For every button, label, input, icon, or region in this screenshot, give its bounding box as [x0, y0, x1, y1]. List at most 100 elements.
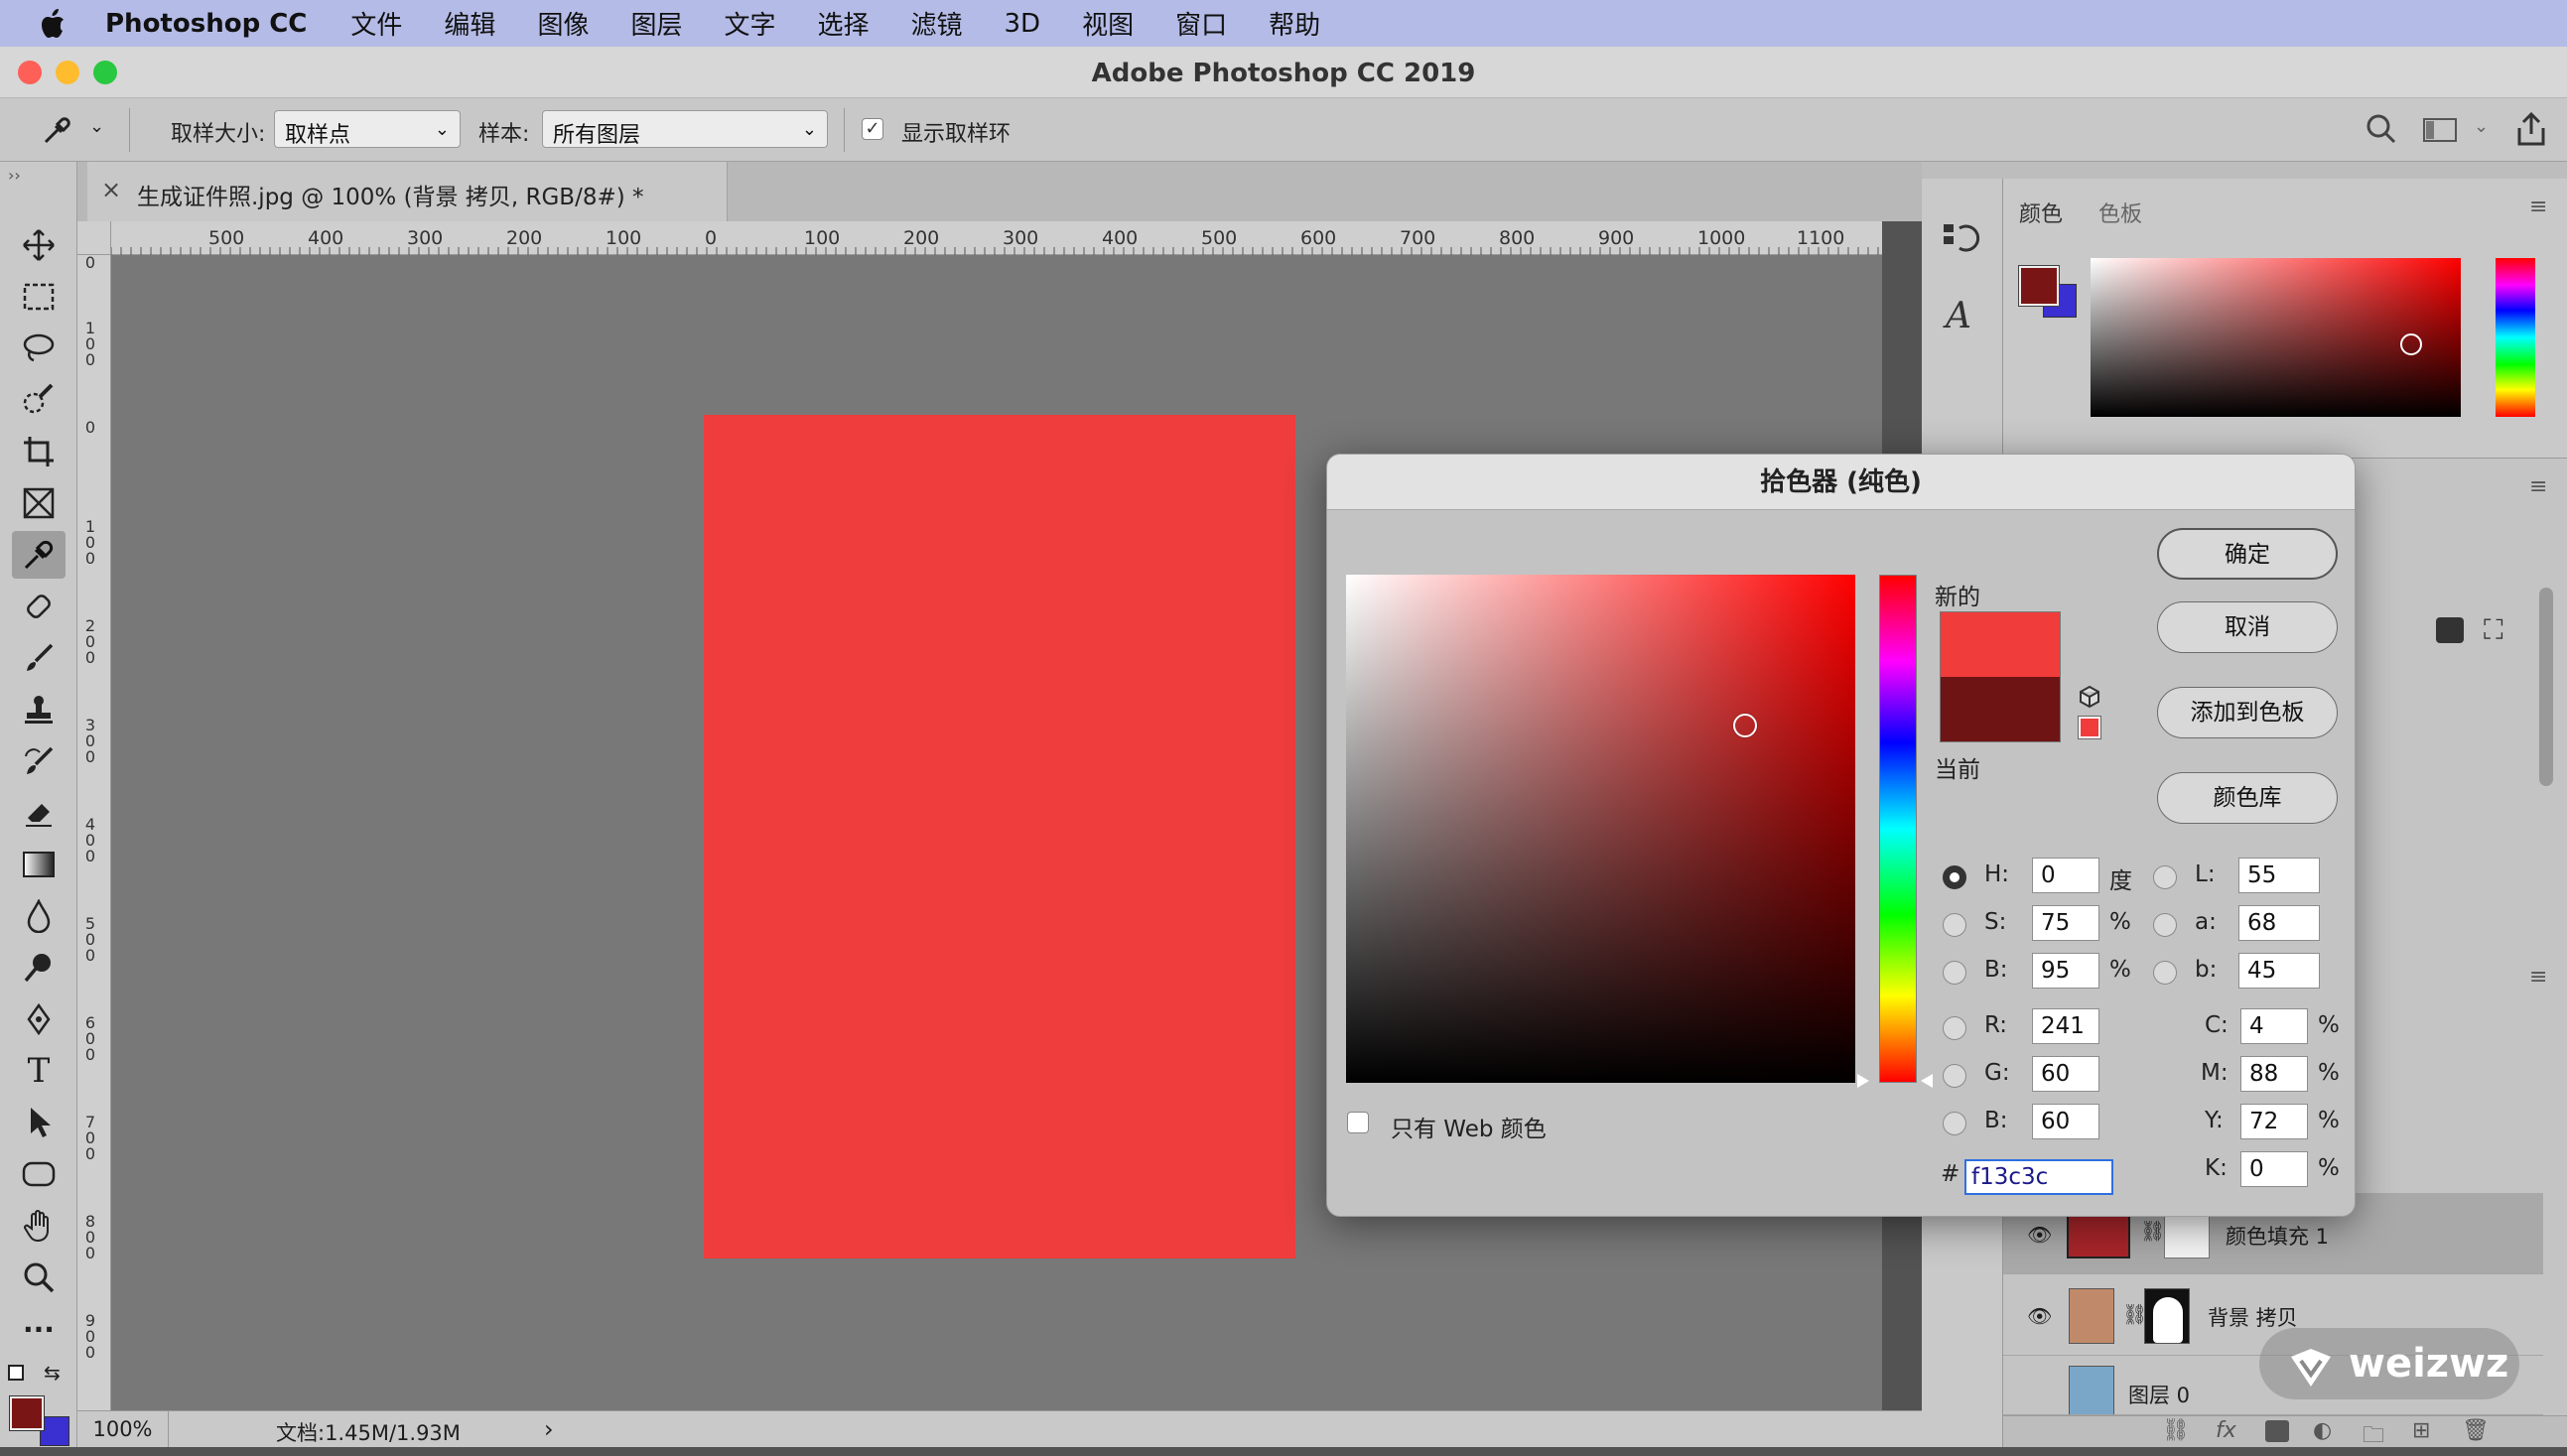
saturation-input[interactable]: 75	[2032, 905, 2099, 941]
history-brush-tool-icon[interactable]	[12, 737, 66, 785]
menu-app-name[interactable]: Photoshop CC	[105, 9, 307, 39]
menu-view[interactable]: 视图	[1082, 5, 1134, 42]
tab-color[interactable]: 颜色	[2019, 197, 2063, 228]
hue-input[interactable]: 0	[2032, 858, 2099, 893]
menu-filter[interactable]: 滤镜	[911, 5, 963, 42]
magenta-input[interactable]: 88	[2240, 1056, 2308, 1092]
rectangle-tool-icon[interactable]	[12, 1150, 66, 1198]
color-cursor[interactable]	[1733, 714, 1757, 737]
default-colors-icon[interactable]	[8, 1365, 24, 1381]
gamut-color-swatch[interactable]	[2078, 716, 2101, 739]
menu-help[interactable]: 帮助	[1269, 5, 1320, 42]
hue-slider[interactable]	[1879, 575, 1917, 1083]
collapse-arrows-icon[interactable]: ››	[8, 166, 21, 185]
type-tool-icon[interactable]: T	[12, 1047, 66, 1095]
search-icon[interactable]	[2364, 112, 2398, 152]
sample-size-select[interactable]: 取样点 ⌄	[274, 110, 461, 148]
hue-slider-handle[interactable]	[1921, 1074, 1933, 1088]
document-image[interactable]	[704, 415, 1295, 1258]
eyedropper-tool-icon[interactable]	[12, 531, 66, 579]
lab-b-radio[interactable]	[2153, 961, 2177, 985]
new-layer-icon[interactable]: ⊞	[2412, 1418, 2430, 1443]
status-menu-arrow-icon[interactable]: ›	[544, 1415, 554, 1443]
apple-icon[interactable]	[38, 8, 68, 39]
document-tab[interactable]: × 生成证件照.jpg @ 100% (背景 拷贝, RGB/8#) *	[87, 162, 728, 221]
lab-a-input[interactable]: 68	[2238, 905, 2320, 941]
foreground-color-swatch[interactable]	[2018, 265, 2060, 307]
brush-tool-icon[interactable]	[12, 634, 66, 682]
horizontal-ruler[interactable]: 500 400 300 200 100 0 100 200 300 400 50…	[111, 221, 1882, 255]
r-radio[interactable]	[1943, 1016, 1966, 1040]
foreground-color-swatch[interactable]	[9, 1395, 45, 1431]
menu-3d[interactable]: 3D	[1005, 9, 1041, 39]
frame-tool-icon[interactable]	[12, 479, 66, 527]
menu-layer[interactable]: 图层	[630, 5, 682, 42]
vertical-ruler[interactable]: 0 1 0 0 0 1 0 0 2 0 0 3 0 0 4 0 0 5 0 0 …	[77, 255, 111, 1410]
current-color-swatch[interactable]	[1940, 677, 2061, 742]
lab-l-input[interactable]: 55	[2238, 858, 2320, 893]
ok-button[interactable]: 确定	[2157, 528, 2338, 580]
tool-preset-chevron-icon[interactable]: ⌄	[89, 116, 104, 137]
eye-icon[interactable]: 👁	[2027, 1304, 2052, 1328]
black-input[interactable]: 0	[2240, 1151, 2308, 1187]
color-libraries-button[interactable]: 颜色库	[2157, 772, 2338, 824]
yellow-input[interactable]: 72	[2240, 1104, 2308, 1139]
color-panel-hue-bar[interactable]	[2496, 258, 2535, 417]
lasso-tool-icon[interactable]	[12, 325, 66, 372]
green-input[interactable]: 60	[2032, 1056, 2099, 1092]
menu-image[interactable]: 图像	[537, 5, 589, 42]
web-only-checkbox[interactable]	[1347, 1112, 1369, 1133]
g-radio[interactable]	[1943, 1064, 1966, 1088]
sample-select[interactable]: 所有图层 ⌄	[542, 110, 828, 148]
background-color-swatch[interactable]	[40, 1416, 69, 1446]
add-to-swatches-button[interactable]: 添加到色板	[2157, 687, 2338, 738]
mask-icon[interactable]	[2436, 617, 2464, 643]
fx-icon[interactable]: fx	[2216, 1418, 2236, 1443]
lab-b-input[interactable]: 45	[2238, 953, 2320, 989]
menu-window[interactable]: 窗口	[1175, 5, 1227, 42]
eyedropper-icon[interactable]	[40, 112, 75, 154]
layer-name[interactable]: 图层 0	[2128, 1380, 2190, 1409]
hand-tool-icon[interactable]	[12, 1202, 66, 1250]
zoom-tool-icon[interactable]	[12, 1254, 66, 1301]
eraser-tool-icon[interactable]	[12, 789, 66, 837]
h-radio[interactable]	[1943, 865, 1966, 889]
transform-icon[interactable]: ⛶	[2484, 613, 2503, 647]
panel-menu-icon[interactable]: ≡	[2529, 195, 2547, 219]
adjustment-layer-icon[interactable]: ◐	[2313, 1418, 2332, 1443]
trash-icon[interactable]: 🗑	[2462, 1418, 2490, 1443]
folder-icon[interactable]: 🗀	[2363, 1418, 2384, 1456]
menu-select[interactable]: 选择	[817, 5, 869, 42]
saturation-brightness-field[interactable]	[1346, 575, 1855, 1083]
pen-tool-icon[interactable]	[12, 995, 66, 1043]
history-panel-icon[interactable]	[1942, 220, 1981, 262]
a-radio[interactable]	[2153, 913, 2177, 937]
swap-colors-icon[interactable]: ⇆	[44, 1361, 61, 1385]
clone-stamp-tool-icon[interactable]	[12, 686, 66, 733]
show-sampling-ring-checkbox[interactable]: ✓	[862, 118, 883, 140]
s-radio[interactable]	[1943, 913, 1966, 937]
share-icon[interactable]	[2513, 110, 2549, 154]
tab-swatches[interactable]: 色板	[2098, 197, 2142, 228]
character-panel-icon[interactable]: A	[1946, 296, 1971, 336]
move-tool-icon[interactable]	[12, 221, 66, 269]
crop-tool-icon[interactable]	[12, 428, 66, 475]
link-icon[interactable]: ⛓	[2140, 1219, 2165, 1243]
eye-icon[interactable]: 👁	[2027, 1223, 2052, 1247]
color-panel-cursor[interactable]	[2400, 333, 2422, 355]
dodge-tool-icon[interactable]	[12, 944, 66, 992]
quick-selection-tool-icon[interactable]	[12, 376, 66, 424]
close-icon[interactable]: ×	[101, 176, 121, 203]
menu-file[interactable]: 文件	[350, 5, 402, 42]
add-mask-icon[interactable]	[2265, 1420, 2289, 1442]
blue-input[interactable]: 60	[2032, 1104, 2099, 1139]
panel-menu-icon[interactable]: ≡	[2529, 965, 2547, 990]
blue-radio[interactable]	[1943, 1112, 1966, 1135]
ruler-corner[interactable]	[77, 221, 111, 255]
path-selection-tool-icon[interactable]	[12, 1099, 66, 1146]
cube-icon[interactable]	[2078, 685, 2101, 715]
more-tools-icon[interactable]: ···	[12, 1305, 66, 1353]
menu-type[interactable]: 文字	[724, 5, 775, 42]
red-input[interactable]: 241	[2032, 1008, 2099, 1044]
color-panel-field[interactable]	[2091, 258, 2461, 417]
